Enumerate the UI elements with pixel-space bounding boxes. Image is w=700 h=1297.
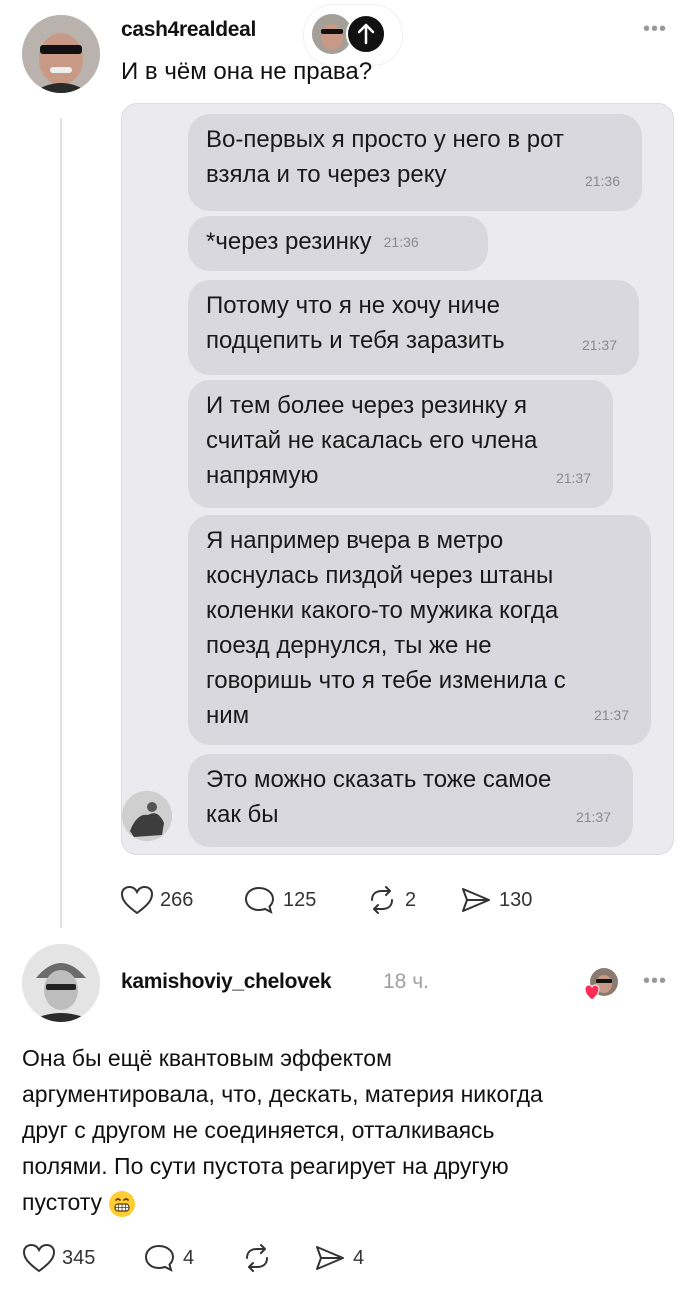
repost-arrows-icon xyxy=(246,1244,268,1272)
chat-message-time: 21:37 xyxy=(575,809,611,825)
post-text: И в чём она не права? xyxy=(121,58,373,85)
post-more-options[interactable]: ••• xyxy=(643,18,667,41)
repost-arrows-icon xyxy=(371,886,393,914)
reply-text-body: Она бы ещё квантовым эффектом аргументир… xyxy=(22,1045,543,1215)
chat-message: И тем более через резинку я считай не ка… xyxy=(188,380,613,508)
comment-bubble-icon xyxy=(144,1244,175,1272)
chat-message-time: 21:36 xyxy=(383,234,419,251)
chat-message-text: Я например вчера в метро коснулась пиздо… xyxy=(206,527,566,729)
comment-count: 125 xyxy=(283,888,317,911)
chat-message-text: Потому что я не хочу ниче подцепить и те… xyxy=(206,292,505,354)
chat-message-time: 21:37 xyxy=(593,707,629,723)
send-icon xyxy=(462,888,490,912)
chat-message-text: И тем более через резинку я считай не ка… xyxy=(206,392,538,489)
thread-line xyxy=(60,118,62,928)
share-button[interactable]: 130 xyxy=(459,885,532,915)
chat-message-time: 21:37 xyxy=(581,337,617,353)
chat-message-text: Во-первых я просто у него в рот взяла и … xyxy=(206,126,564,188)
chat-message: Во-первых я просто у него в рот взяла и … xyxy=(188,114,642,211)
chat-message: Это можно сказать тоже самое как бы 21:3… xyxy=(188,754,633,847)
post-author-avatar[interactable] xyxy=(22,15,100,93)
chat-message-time: 21:37 xyxy=(555,470,591,486)
grinning-face-emoji xyxy=(109,1190,136,1217)
comment-bubble-icon xyxy=(244,886,275,914)
chat-sender-avatar xyxy=(122,791,172,841)
comment-button[interactable]: 125 xyxy=(243,885,316,915)
chat-message: Я например вчера в метро коснулась пиздо… xyxy=(188,515,651,745)
chat-message-text: Это можно сказать тоже самое как бы xyxy=(206,766,552,828)
share-count: 130 xyxy=(499,888,533,911)
chat-message: Потому что я не хочу ниче подцепить и те… xyxy=(188,280,639,375)
heart-icon xyxy=(120,885,154,915)
follow-arrow-icon[interactable] xyxy=(346,14,386,54)
chat-message-time: 21:36 xyxy=(584,173,620,189)
chat-message-text: *через резинку xyxy=(206,228,372,255)
send-icon xyxy=(316,1246,344,1270)
repost-count: 2 xyxy=(405,888,417,911)
like-button[interactable]: 266 xyxy=(120,885,193,915)
reply-text: Она бы ещё квантовым эффектом аргументир… xyxy=(22,1040,662,1220)
heart-icon xyxy=(22,1243,56,1273)
chat-message: *через резинку 21:36 xyxy=(188,216,488,271)
heart-avatar-reaction-icon[interactable] xyxy=(584,967,619,1001)
reply-like-count: 345 xyxy=(62,1246,96,1269)
reply-author-avatar[interactable] xyxy=(22,944,100,1022)
reply-comment-button[interactable]: 4 xyxy=(143,1243,194,1273)
reply-timestamp: 18 ч. xyxy=(383,970,429,993)
attached-chat-screenshot[interactable]: Во-первых я просто у него в рот взяла и … xyxy=(121,103,674,855)
like-count: 266 xyxy=(160,888,194,911)
reply-more-options[interactable]: ••• xyxy=(643,970,667,993)
reply-author-username[interactable]: kamishoviy_chelovek xyxy=(121,970,332,994)
reply-share-count: 4 xyxy=(353,1246,365,1269)
reply-comment-count: 4 xyxy=(183,1246,195,1269)
reply-like-button[interactable]: 345 xyxy=(22,1243,95,1273)
reply-repost-button[interactable] xyxy=(240,1243,280,1273)
reply-share-button[interactable]: 4 xyxy=(313,1243,364,1273)
repost-button[interactable]: 2 xyxy=(365,885,416,915)
post-author-username[interactable]: cash4realdeal xyxy=(121,18,256,42)
